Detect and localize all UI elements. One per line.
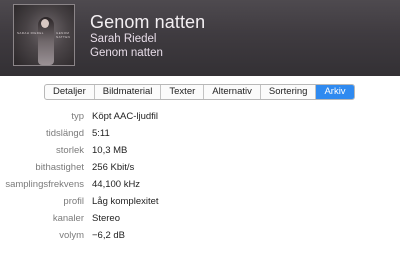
album-artwork: SARAH RIEDEL GENOM NATTEN	[13, 4, 75, 66]
tab-texter[interactable]: Texter	[161, 85, 205, 99]
info-label: storlek	[56, 145, 84, 156]
info-label: bithastighet	[35, 162, 84, 173]
album-artwork-face	[41, 19, 49, 28]
info-value: Låg komplexitet	[92, 196, 159, 207]
tab-detaljer[interactable]: Detaljer	[45, 85, 95, 99]
artwork-text-left: SARAH RIEDEL	[17, 31, 44, 35]
tab-sortering[interactable]: Sortering	[261, 85, 317, 99]
info-row-profil: profil Låg komplexitet	[0, 195, 400, 209]
info-row-volym: volym −6,2 dB	[0, 229, 400, 243]
info-row-storlek: storlek 10,3 MB	[0, 144, 400, 158]
info-row-typ: typ Köpt AAC-ljudfil	[0, 110, 400, 124]
tab-bar: Detaljer Bildmaterial Texter Alternativ …	[44, 84, 355, 100]
info-value: 5:11	[92, 128, 110, 139]
artist-name: Sarah Riedel	[90, 33, 157, 45]
info-value: 44,100 kHz	[92, 179, 141, 190]
tab-arkiv[interactable]: Arkiv	[316, 85, 354, 99]
info-value: −6,2 dB	[92, 230, 126, 241]
info-row-bithastighet: bithastighet 256 Kbit/s	[0, 161, 400, 175]
info-header: SARAH RIEDEL GENOM NATTEN Genom natten S…	[0, 0, 400, 76]
info-row-kanaler: kanaler Stereo	[0, 212, 400, 226]
info-value: 256 Kbit/s	[92, 162, 135, 173]
info-row-samplingsfrekvens: samplingsfrekvens 44,100 kHz	[0, 178, 400, 192]
artwork-text-right: GENOM NATTEN	[56, 31, 71, 39]
tab-bildmaterial[interactable]: Bildmaterial	[95, 85, 162, 99]
info-label: kanaler	[52, 213, 84, 224]
tab-alternativ[interactable]: Alternativ	[204, 85, 261, 99]
info-row-tidslangd: tidslängd 5:11	[0, 127, 400, 141]
info-value: 10,3 MB	[92, 145, 128, 156]
info-label: samplingsfrekvens	[5, 179, 84, 190]
song-title: Genom natten	[90, 12, 206, 32]
info-label: tidslängd	[45, 128, 84, 139]
album-name: Genom natten	[90, 47, 163, 59]
info-value: Köpt AAC-ljudfil	[92, 111, 159, 122]
info-label: volym	[59, 230, 84, 241]
info-label: typ	[71, 111, 84, 122]
info-value: Stereo	[92, 213, 120, 224]
info-label: profil	[63, 196, 84, 207]
